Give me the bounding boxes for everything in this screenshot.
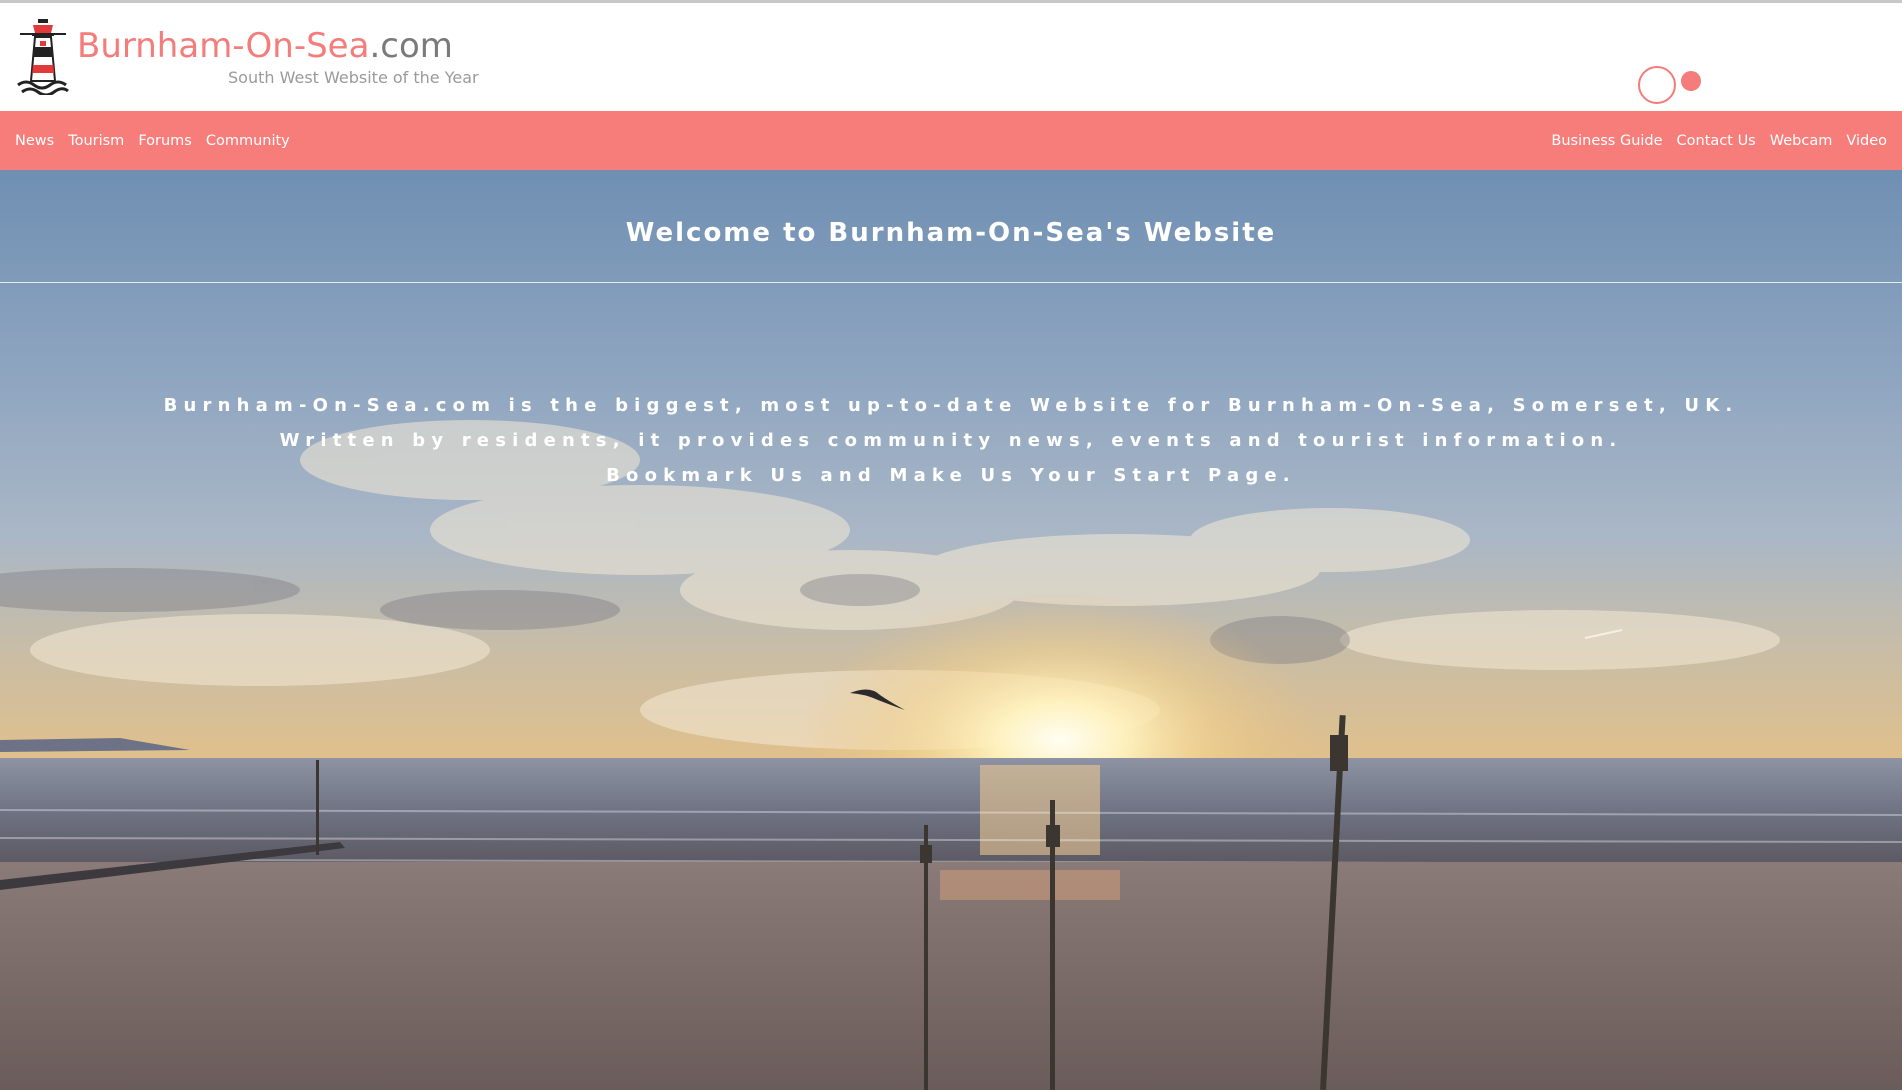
sunset-beach-photo [0,170,1902,1090]
nav-link-webcam[interactable]: Webcam [1770,133,1833,149]
site-title-brand[interactable]: Burnham-On-Sea [77,26,369,66]
nav-link-business-guide[interactable]: Business Guide [1551,133,1662,149]
nav-left-group: News Tourism Forums Community [15,111,304,170]
nav-link-forums[interactable]: Forums [138,133,192,149]
site-title[interactable]: Burnham-On-Sea.com [77,23,453,69]
site-header: Burnham-On-Sea.com South West Website of… [0,3,1902,111]
hero-intro-line-1: Burnham-On-Sea.com is the biggest, most … [163,395,1739,416]
hero-heading: Welcome to Burnham-On-Sea's Website [625,218,1277,248]
site-tagline: South West Website of the Year [228,68,479,87]
nav-right-group: Business Guide Contact Us Webcam Video [1537,111,1887,170]
social-circle-solid-icon[interactable] [1681,71,1701,91]
nav-link-tourism[interactable]: Tourism [68,133,124,149]
hero-divider [0,282,1902,283]
hero-intro-line-3: Bookmark Us and Make Us Your Start Page. [606,465,1296,486]
lighthouse-logo-icon[interactable] [16,19,70,95]
nav-link-contact-us[interactable]: Contact Us [1677,133,1756,149]
site-title-tld[interactable]: .com [369,26,452,66]
nav-link-video[interactable]: Video [1846,133,1887,149]
nav-link-news[interactable]: News [15,133,54,149]
main-navigation: News Tourism Forums Community Business G… [0,111,1902,170]
social-circle-outline-icon[interactable] [1638,66,1676,104]
hero-banner: Welcome to Burnham-On-Sea's Website Burn… [0,170,1902,1090]
hero-intro-line-2: Written by residents, it provides commun… [279,430,1623,451]
hero-intro: Burnham-On-Sea.com is the biggest, most … [0,388,1902,493]
nav-link-community[interactable]: Community [206,133,290,149]
